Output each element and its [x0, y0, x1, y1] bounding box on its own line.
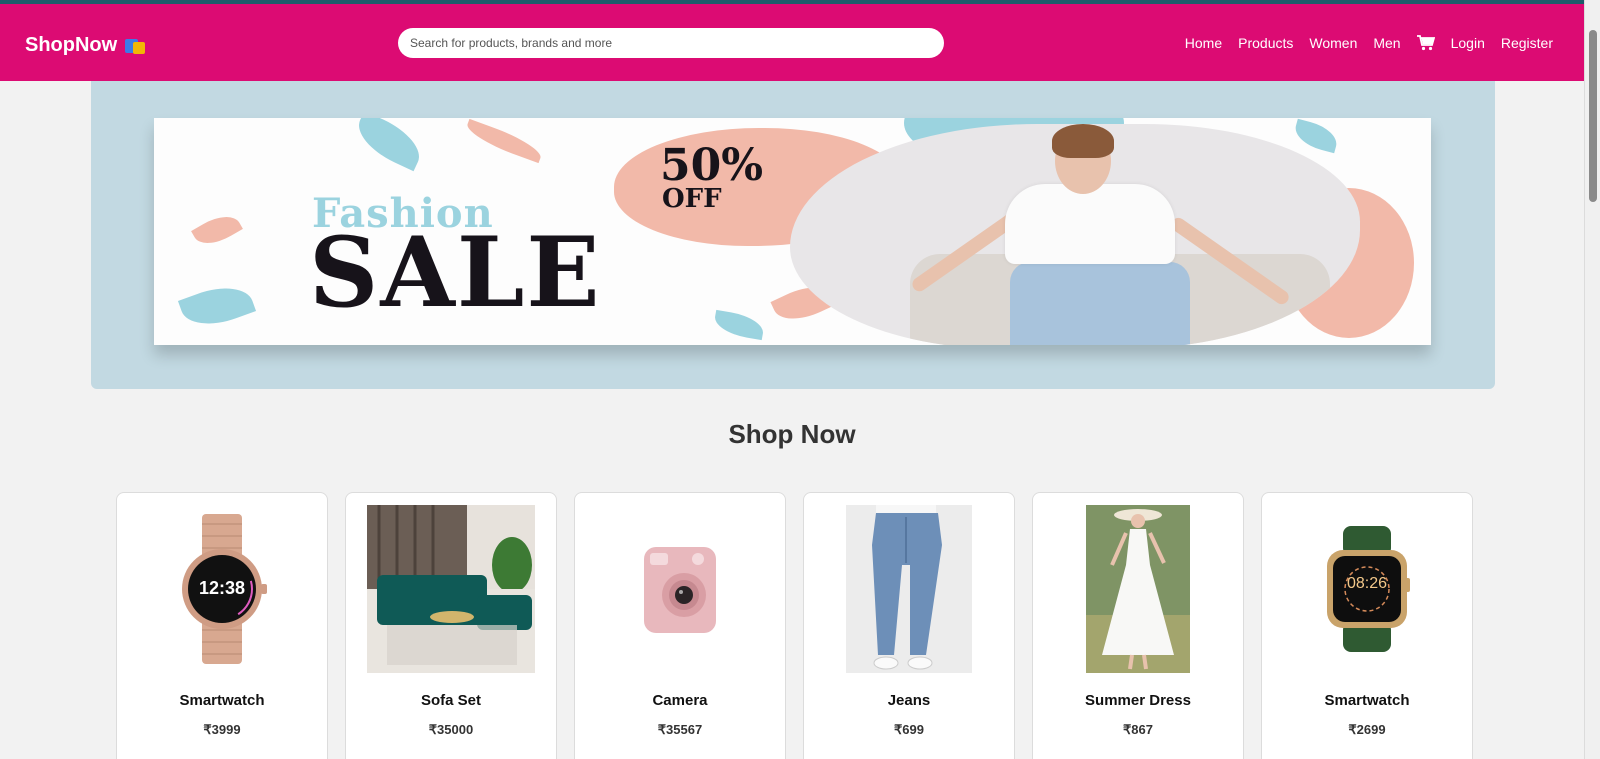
product-image[interactable]: [1033, 505, 1243, 673]
product-image[interactable]: [346, 505, 556, 673]
sofa-icon: [367, 505, 535, 673]
main-nav: Home Products Women Men Login Register: [1185, 35, 1553, 51]
product-name[interactable]: Sofa Set: [346, 692, 556, 709]
section-title: Shop Now: [728, 419, 856, 449]
dress-icon: [1086, 505, 1190, 673]
banner-sale-text: SALE: [309, 216, 602, 329]
scrollbar-thumb[interactable]: [1589, 30, 1597, 202]
product-card[interactable]: 08:26 Smartwatch ₹2699: [1261, 492, 1473, 759]
product-price: ₹3999: [203, 722, 241, 737]
leaf-decoration: [191, 208, 243, 252]
header: ShopNow Home Products Women Men Login Re…: [0, 4, 1584, 81]
product-card[interactable]: Jeans ₹699: [803, 492, 1015, 759]
smartwatch-icon: 12:38: [182, 514, 267, 664]
product-name[interactable]: Smartwatch: [1262, 692, 1472, 709]
nav-women[interactable]: Women: [1309, 35, 1357, 51]
leaf-decoration: [177, 277, 257, 335]
brand-name: ShopNow: [25, 34, 118, 56]
product-image[interactable]: 12:38: [117, 505, 327, 673]
nav-products[interactable]: Products: [1238, 35, 1293, 51]
sale-banner[interactable]: Fashion SALE 50% OFF: [154, 118, 1431, 345]
cart-icon[interactable]: [1416, 35, 1435, 51]
discount-off-text: OFF: [662, 184, 722, 214]
product-card[interactable]: Summer Dress ₹867: [1032, 492, 1244, 759]
leaf-decoration: [1291, 118, 1341, 154]
product-card[interactable]: 12:38 Smartwatch ₹3999: [116, 492, 328, 759]
product-name[interactable]: Smartwatch: [117, 692, 327, 709]
product-name[interactable]: Summer Dress: [1033, 692, 1243, 709]
product-price: ₹2699: [1348, 722, 1386, 737]
product-image[interactable]: [575, 505, 785, 673]
nav-login[interactable]: Login: [1451, 35, 1485, 51]
svg-text:12:38: 12:38: [199, 578, 245, 598]
product-name[interactable]: Camera: [575, 692, 785, 709]
nav-home[interactable]: Home: [1185, 35, 1222, 51]
model-photo: [790, 124, 1360, 345]
smartwatch-icon: 08:26: [1327, 526, 1410, 652]
product-price: ₹35000: [428, 722, 474, 737]
search-input[interactable]: [398, 28, 944, 58]
product-image[interactable]: 08:26: [1262, 505, 1472, 673]
logo[interactable]: ShopNow: [25, 34, 147, 57]
shopping-bags-icon: [125, 37, 147, 55]
jeans-icon: [846, 505, 972, 673]
leaf-decoration: [463, 118, 545, 164]
product-card[interactable]: Camera ₹35567: [574, 492, 786, 759]
product-name[interactable]: Jeans: [804, 692, 1014, 709]
leaf-decoration: [350, 118, 428, 172]
product-price: ₹35567: [657, 722, 703, 737]
product-image[interactable]: [804, 505, 1014, 673]
leaf-decoration: [712, 309, 766, 341]
product-price: ₹699: [894, 722, 924, 737]
nav-men[interactable]: Men: [1373, 35, 1400, 51]
scrollbar[interactable]: [1584, 0, 1600, 759]
discount-percent: 50%: [660, 140, 764, 191]
product-card[interactable]: Sofa Set ₹35000: [345, 492, 557, 759]
product-price: ₹867: [1123, 722, 1153, 737]
hero-section: Fashion SALE 50% OFF: [91, 81, 1495, 389]
product-grid: 12:38 Smartwatch ₹3999 Sofa Set ₹35000 C…: [116, 492, 1473, 759]
svg-text:08:26: 08:26: [1347, 575, 1387, 592]
camera-icon: [644, 547, 716, 633]
nav-register[interactable]: Register: [1501, 35, 1553, 51]
